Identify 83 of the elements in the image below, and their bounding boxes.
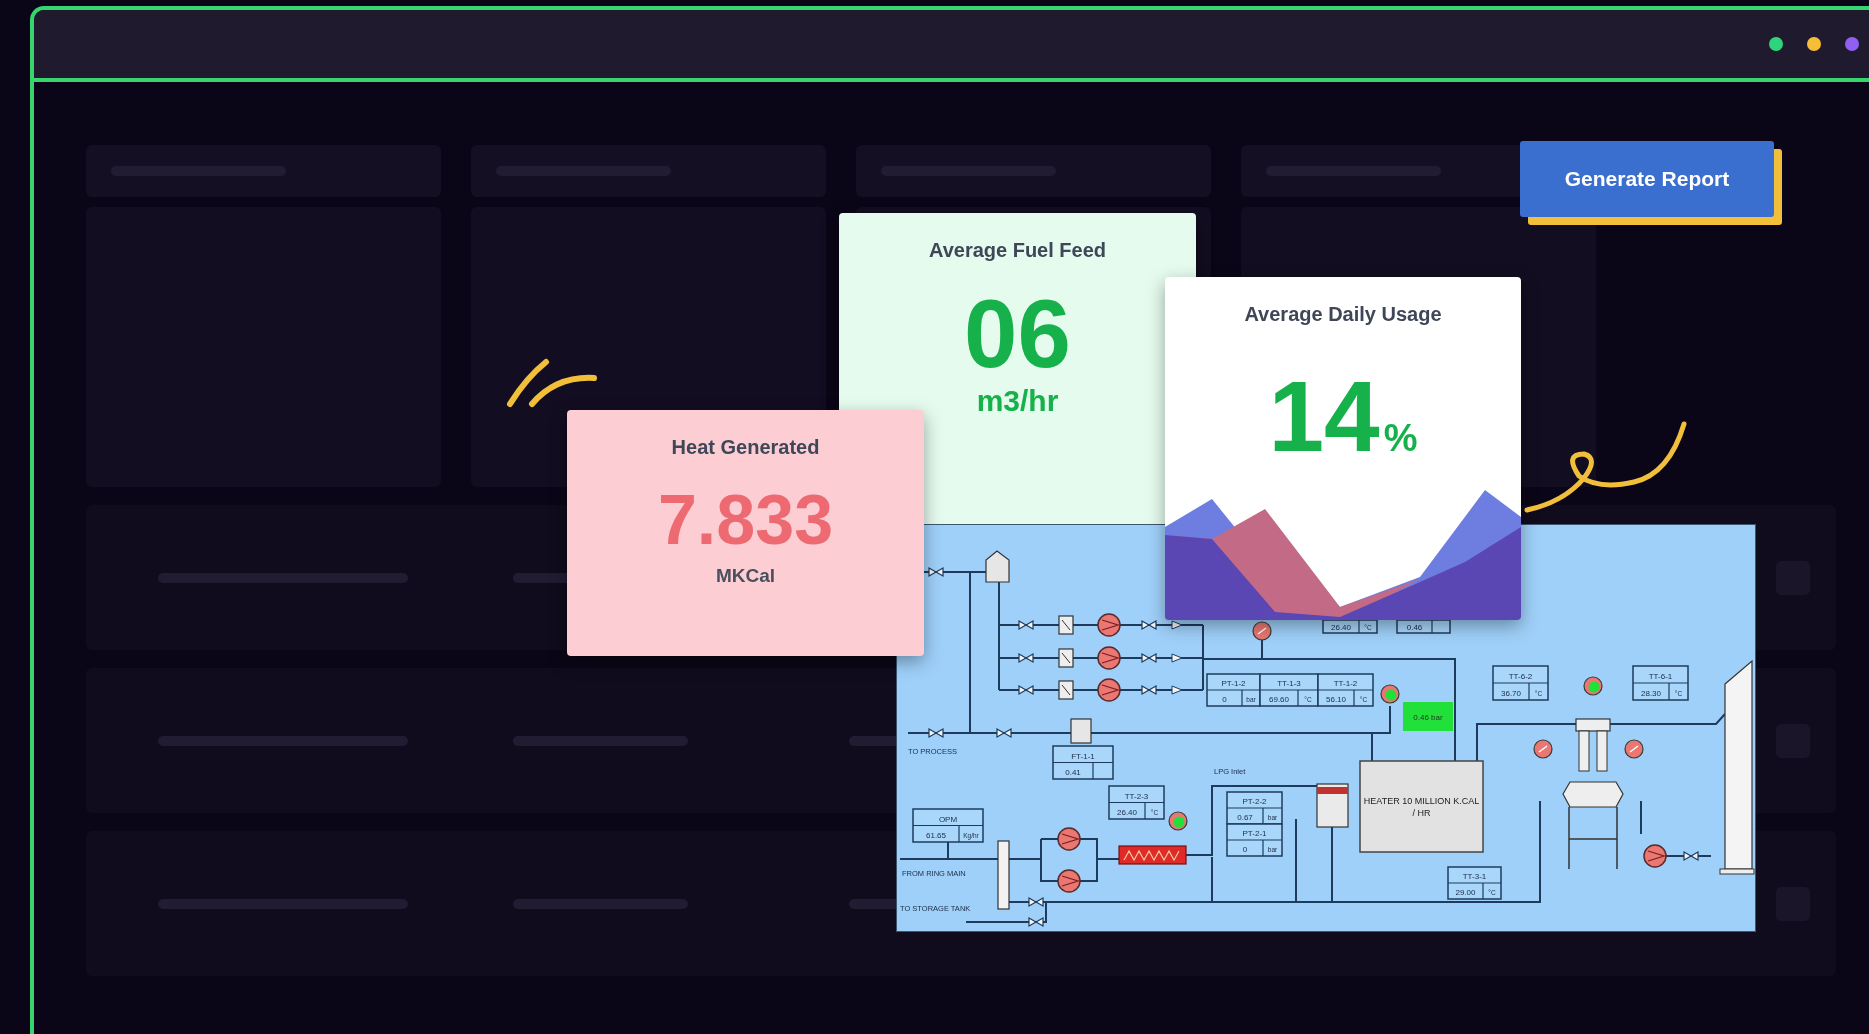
heater-label: HEATER 10 MILLION K.CAL / HR [1363, 796, 1480, 818]
readout-value: 0.46 [1406, 623, 1423, 632]
valve-icon [1141, 684, 1157, 696]
readout-box [1226, 791, 1283, 825]
readout-box [1108, 785, 1165, 820]
pump-icon [1097, 613, 1121, 637]
readout-box [1447, 866, 1502, 900]
pump-icon [1097, 646, 1121, 670]
valve-icon [1018, 684, 1034, 696]
gauge-icon [1583, 676, 1603, 696]
readout-value: 0.67 [1237, 813, 1253, 822]
pipe-line [1665, 855, 1712, 857]
readout-value: 0 [1222, 695, 1227, 704]
filter-icon [1058, 680, 1074, 700]
pump-icon [1643, 844, 1667, 868]
readout-value: 69.60 [1269, 695, 1289, 704]
valve-icon [928, 566, 944, 578]
valve-icon [1141, 652, 1157, 664]
stat-unit: MKCal [715, 565, 776, 587]
stat-unit: m3/hr [976, 384, 1059, 418]
pump-icon [1057, 827, 1081, 851]
readout-box [1052, 745, 1114, 780]
valve-icon [996, 727, 1012, 739]
readout-box [1396, 619, 1451, 634]
valve-icon [1018, 652, 1034, 664]
window-control-dot[interactable] [1845, 37, 1859, 51]
check-valve-icon [1171, 685, 1183, 695]
pipe-line [1640, 800, 1642, 835]
readout-tag: PT-2-2 [1242, 797, 1267, 806]
card-title: Average Fuel Feed [928, 239, 1107, 262]
readout-tag: TT-2-3 [1124, 791, 1149, 801]
readout-value: 36.70 [1501, 689, 1521, 698]
readout-value: 0.41 [1065, 768, 1081, 777]
readout-value: 28.30 [1641, 689, 1661, 698]
pump-icon [1097, 678, 1121, 702]
gauge-icon [1380, 684, 1400, 704]
valve-icon [1018, 619, 1034, 631]
readout-tag: OPM [938, 814, 958, 824]
readout-value: 29.00 [1455, 888, 1476, 897]
flow-meter-icon [1070, 718, 1092, 744]
readout-box [1632, 665, 1689, 701]
valve-icon [1683, 850, 1699, 862]
readout-tag: PT-1-2 [1221, 679, 1246, 688]
readout-value: 26.40 [1117, 808, 1137, 817]
stat-value: 7.833 [657, 485, 834, 555]
window-control-dot[interactable] [1769, 37, 1783, 51]
gauge-icon [1624, 739, 1644, 759]
heater-coil-drawing [1118, 845, 1187, 865]
readout-value: 26.40 [1331, 623, 1351, 632]
filter-icon [1058, 648, 1074, 668]
card-title: Heat Generated [671, 436, 820, 459]
stat-value: 14 [1268, 366, 1380, 466]
readout-value: 0 [1242, 845, 1248, 854]
readout-tag: PT-2-1 [1242, 829, 1267, 838]
gauge-icon [1252, 621, 1272, 641]
readout-tag: TT-6-2 [1508, 672, 1533, 681]
pump-icon [1057, 869, 1081, 893]
status-readout-box [1403, 702, 1453, 731]
readout-value: 56.10 [1326, 695, 1346, 704]
readout-tag: TT-1-2 [1333, 679, 1358, 688]
card-title: Average Daily Usage [1244, 303, 1442, 326]
valve-icon [1028, 916, 1044, 928]
readout-tag: TT-6-1 [1648, 672, 1673, 681]
stat-unit: % [1383, 417, 1418, 460]
status-readout: 0.46 bar [1413, 713, 1443, 722]
readout-tag: TT-1-3 [1277, 679, 1301, 688]
check-valve-icon [1171, 653, 1183, 663]
readout-box [1322, 619, 1378, 634]
valve-icon [1028, 896, 1044, 908]
burner-drawing [1316, 783, 1349, 828]
filter-icon [1058, 615, 1074, 635]
readout-tag: FT-1-1 [1071, 751, 1095, 761]
readout-tag: TT-3-1 [1462, 872, 1487, 881]
valve-icon [1141, 619, 1157, 631]
gauge-icon [1533, 739, 1553, 759]
stat-value: 06 [964, 286, 1071, 382]
valve-icon [928, 727, 944, 739]
readout-value: 61.65 [926, 831, 946, 840]
readout-box [1492, 665, 1549, 701]
readout-box [912, 808, 984, 843]
gauge-icon [1168, 811, 1188, 831]
column-drawing [997, 840, 1010, 910]
window-control-dot[interactable] [1807, 37, 1821, 51]
